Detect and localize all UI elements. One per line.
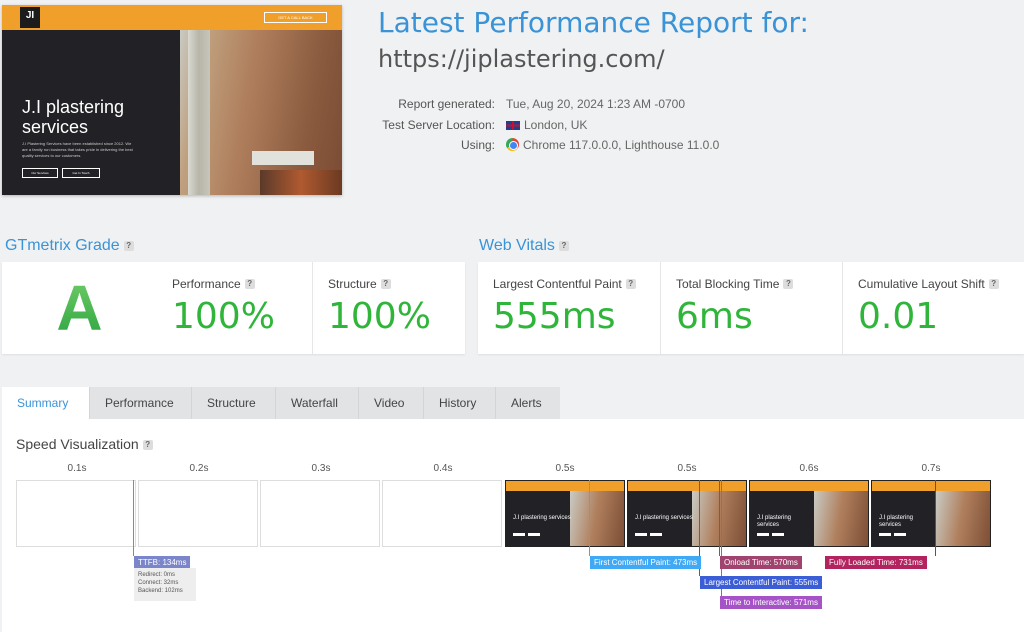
fcp-tag: First Contentful Paint: 473ms <box>590 556 702 569</box>
frame-text: J.I plastering services <box>879 515 914 528</box>
help-icon[interactable]: ? <box>244 279 255 289</box>
gtmetrix-grade-heading: GTmetrix Grade? <box>5 237 134 255</box>
timeline-tick: 0.5s <box>677 463 697 474</box>
help-icon[interactable]: ? <box>558 241 569 251</box>
ttfb-marker-line <box>133 480 134 556</box>
fcp-marker-line <box>589 480 590 556</box>
lcp-tag: Largest Contentful Paint: 555ms <box>700 576 823 589</box>
filmstrip-frame[interactable]: J.I plastering services <box>871 480 991 547</box>
report-title: Latest Performance Report for: <box>378 6 809 39</box>
filmstrip-frame[interactable]: J.I plastering services <box>749 480 869 547</box>
tti-tag: Time to Interactive: 571ms <box>720 596 822 609</box>
timeline-tick: 0.1s <box>67 463 87 474</box>
site-screenshot: JI GET A CALL BACK J.I plastering servic… <box>2 5 342 195</box>
server-location-label: Test Server Location: <box>382 118 495 132</box>
structure-label: Structure? <box>328 277 391 291</box>
ttfb-connect: Connect: 32ms <box>138 580 179 586</box>
tbt-value: 6ms <box>676 296 753 337</box>
chrome-icon <box>506 138 519 151</box>
performance-label: Performance? <box>172 277 255 291</box>
site-services-button: Our Services <box>22 168 58 178</box>
tab-structure[interactable]: Structure <box>192 387 276 419</box>
web-vitals-title: Web Vitals <box>479 237 555 254</box>
cls-cell: Cumulative Layout Shift? 0.01 <box>842 262 1024 354</box>
frame-text: J.I plastering services <box>757 515 792 528</box>
tab-waterfall[interactable]: Waterfall <box>276 387 359 419</box>
timeline-tick: 0.5s <box>555 463 575 474</box>
tbt-label: Total Blocking Time? <box>676 277 794 291</box>
filmstrip-frame[interactable] <box>260 480 380 547</box>
onload-tag: Onload Time: 570ms <box>720 556 802 569</box>
site-cta-button: GET A CALL BACK <box>264 12 327 23</box>
onload-marker-line <box>719 480 720 556</box>
performance-value: 100% <box>172 296 275 337</box>
filmstrip-frame[interactable] <box>16 480 136 547</box>
uk-flag-icon <box>506 121 520 130</box>
tab-video[interactable]: Video <box>359 387 424 419</box>
grade-card: A Performance? 100% Structure? 100% <box>2 262 465 354</box>
timeline-tick: 0.4s <box>433 463 453 474</box>
server-location-text: London, UK <box>524 118 588 132</box>
structure-cell: Structure? 100% <box>312 262 465 354</box>
tab-performance[interactable]: Performance <box>90 387 192 419</box>
performance-cell: Performance? 100% <box>157 262 312 354</box>
using-value: Chrome 117.0.0.0, Lighthouse 11.0.0 <box>506 138 719 152</box>
using-label: Using: <box>460 138 495 152</box>
help-icon[interactable]: ? <box>783 279 794 289</box>
report-url[interactable]: https://jiplastering.com/ <box>378 45 665 73</box>
ttfb-backend: Backend: 102ms <box>138 588 183 594</box>
lcp-value: 555ms <box>493 296 616 337</box>
lcp-cell: Largest Contentful Paint? 555ms <box>478 262 660 354</box>
server-location-value: London, UK <box>506 118 587 132</box>
cls-value: 0.01 <box>858 296 939 337</box>
grade-letter: A <box>2 262 157 354</box>
timeline-tick: 0.7s <box>921 463 941 474</box>
help-icon[interactable]: ? <box>988 279 999 289</box>
fully-loaded-marker-line <box>935 480 936 556</box>
lcp-label: Largest Contentful Paint? <box>493 277 636 291</box>
filmstrip-frame[interactable]: J.I plastering services <box>627 480 747 547</box>
fully-loaded-tag: Fully Loaded Time: 731ms <box>825 556 927 569</box>
timeline-tick: 0.6s <box>799 463 819 474</box>
help-icon[interactable]: ? <box>625 279 636 289</box>
speed-visualization-heading: Speed Visualization? <box>16 436 153 452</box>
report-generated-value: Tue, Aug 20, 2024 1:23 AM -0700 <box>506 97 686 111</box>
tab-alerts[interactable]: Alerts <box>496 387 560 419</box>
site-hero-photo <box>180 30 342 195</box>
report-tabs: Summary Performance Structure Waterfall … <box>2 387 560 419</box>
timeline-tick: 0.2s <box>189 463 209 474</box>
help-icon[interactable]: ? <box>142 440 153 450</box>
web-vitals-heading: Web Vitals? <box>479 237 569 255</box>
help-icon[interactable]: ? <box>123 241 134 251</box>
ttfb-redirect: Redirect: 0ms <box>138 572 176 578</box>
using-text: Chrome 117.0.0.0, Lighthouse 11.0.0 <box>523 138 720 152</box>
filmstrip-frame[interactable] <box>382 480 502 547</box>
site-hero-title: J.I plastering services <box>22 97 125 137</box>
tab-history[interactable]: History <box>424 387 496 419</box>
site-contact-button: Get In Touch <box>62 168 100 178</box>
filmstrip-frame[interactable]: J.I plastering services <box>505 480 625 547</box>
speed-visualization-title: Speed Visualization <box>16 436 139 452</box>
ttfb-breakdown: Redirect: 0ms Connect: 32ms Backend: 102… <box>134 568 196 601</box>
filmstrip-frame[interactable] <box>138 480 258 547</box>
structure-value: 100% <box>328 296 431 337</box>
cls-label: Cumulative Layout Shift? <box>858 277 999 291</box>
frame-text: J.I plastering services <box>635 515 693 521</box>
site-hero-text: J.I Plastering Services have been establ… <box>22 141 133 158</box>
help-icon[interactable]: ? <box>380 279 391 289</box>
timeline-tick: 0.3s <box>311 463 331 474</box>
site-logo: JI <box>20 7 40 28</box>
report-generated-label: Report generated: <box>398 97 495 111</box>
tab-summary[interactable]: Summary <box>2 387 90 419</box>
gtmetrix-grade-title: GTmetrix Grade <box>5 237 120 254</box>
tbt-cell: Total Blocking Time? 6ms <box>660 262 842 354</box>
web-vitals-card: Largest Contentful Paint? 555ms Total Bl… <box>478 262 1024 354</box>
frame-text: J.I plastering services <box>513 515 571 521</box>
